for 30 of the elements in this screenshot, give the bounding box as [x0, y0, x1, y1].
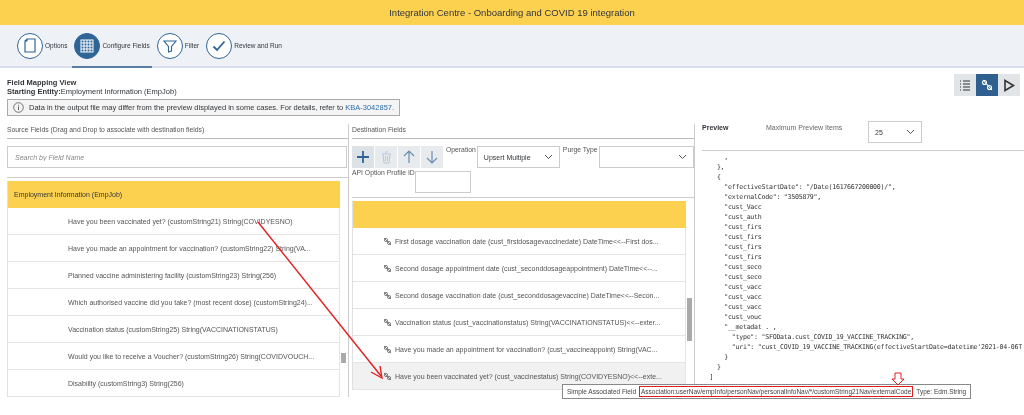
chevron-icon — [677, 154, 687, 160]
add-button[interactable] — [352, 146, 374, 168]
unlink-button[interactable] — [976, 74, 998, 96]
filter-icon — [162, 38, 177, 53]
window-title: Integration Centre - Onboarding and COVID 19 integration — [389, 7, 635, 18]
unlink-icon — [383, 290, 392, 300]
unlink-icon — [981, 79, 993, 91]
purge-type-select[interactable] — [598, 146, 694, 168]
play-icon — [1003, 78, 1015, 92]
plus-icon — [356, 150, 370, 164]
run-button[interactable] — [998, 74, 1020, 96]
up-arrow-icon — [403, 150, 415, 164]
list-view-button[interactable] — [954, 74, 976, 96]
unlink-icon — [383, 371, 392, 381]
check-icon — [212, 39, 227, 52]
down-arrow-icon — [426, 150, 438, 164]
move-down-button[interactable] — [421, 146, 443, 168]
unlink-icon — [383, 344, 392, 354]
list-icon — [959, 79, 971, 91]
chevron-icon — [906, 129, 915, 135]
trash-icon — [380, 150, 392, 164]
unlink-icon — [383, 263, 392, 273]
move-up-button[interactable] — [398, 146, 420, 168]
unlink-icon — [383, 236, 392, 246]
document-icon — [24, 38, 36, 53]
grid-icon — [80, 38, 95, 53]
unlink-icon — [383, 317, 392, 327]
chevron-icon — [543, 154, 553, 160]
api-option-profile-field[interactable] — [414, 171, 471, 193]
info-icon — [13, 102, 24, 113]
